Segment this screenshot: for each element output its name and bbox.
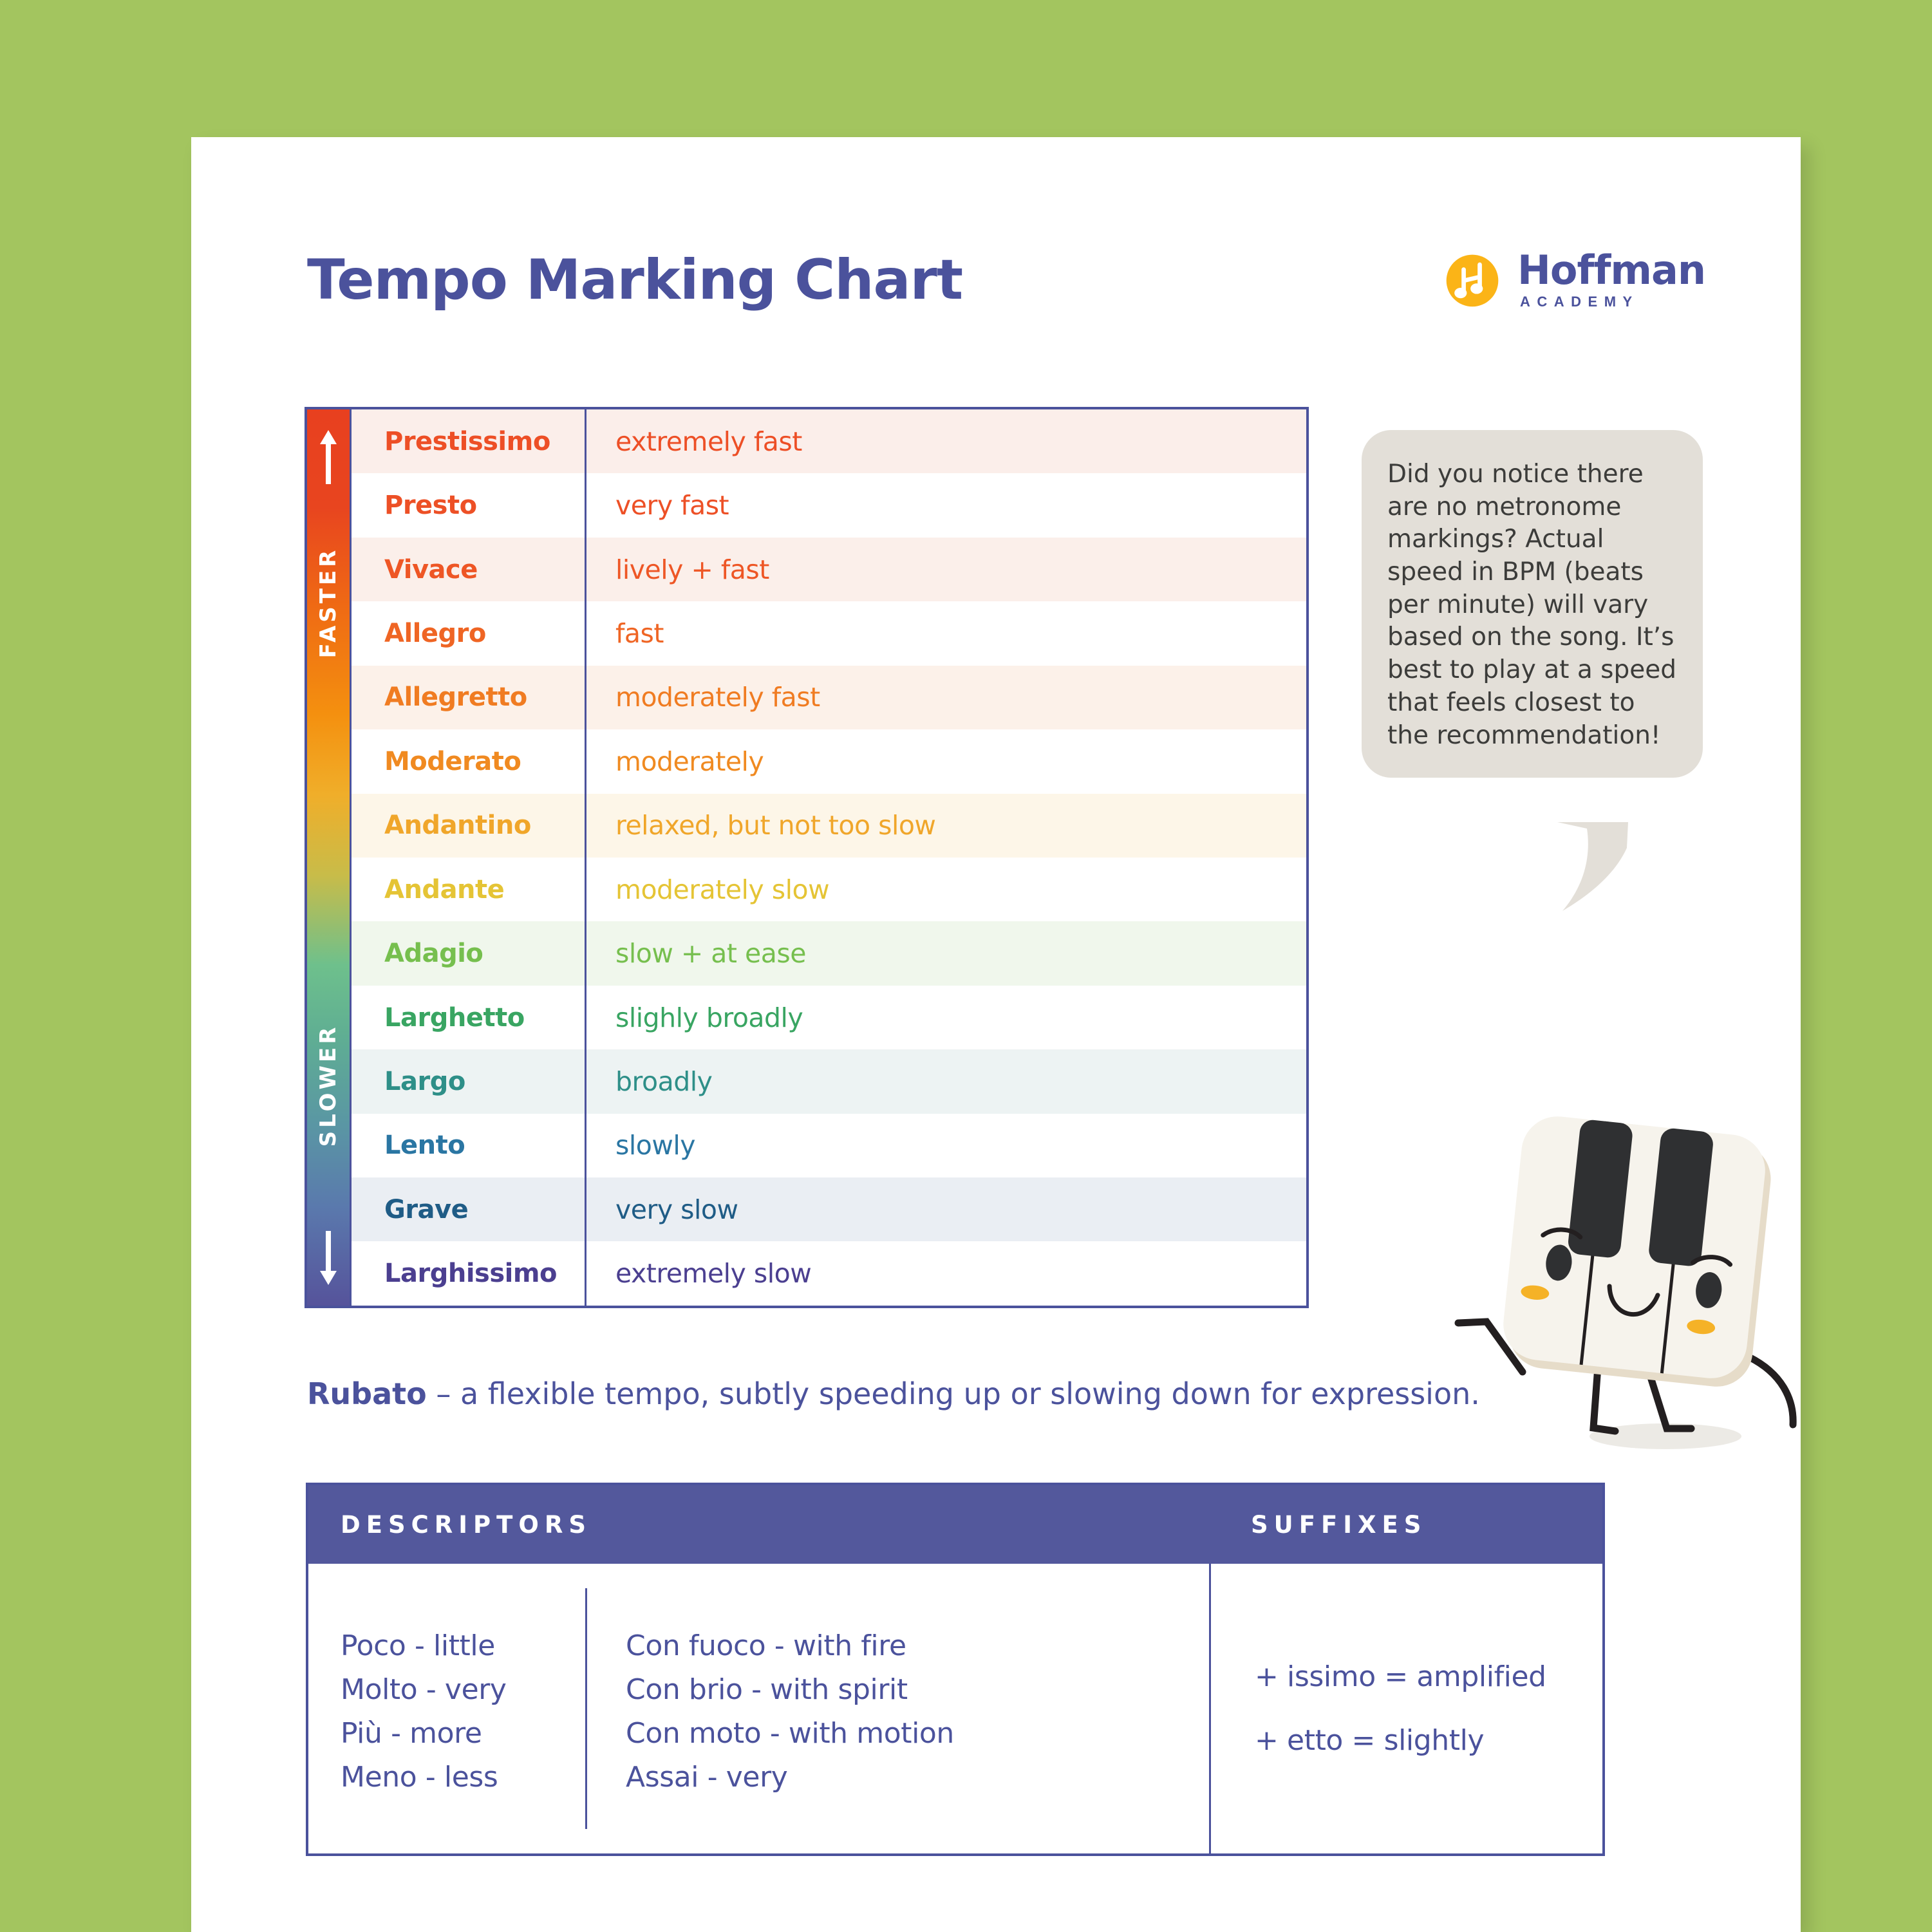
descriptor-item: Con moto - with motion [626, 1716, 954, 1750]
tempo-row: Lento slowly [352, 1113, 1306, 1178]
tempo-row: Adagio slow + at ease [352, 921, 1306, 986]
page-sheet: Tempo Marking Chart Hoffman ACADEMY FAST… [191, 137, 1801, 1932]
tempo-term: Larghetto [384, 1002, 525, 1033]
descriptor-item: Molto - very [341, 1673, 507, 1706]
tempo-term: Vivace [384, 554, 478, 585]
tempo-row: Prestissimo extremely fast [352, 409, 1306, 474]
tempo-term: Lento [384, 1130, 465, 1161]
hoffman-note-logo-icon [1446, 254, 1499, 307]
tempo-row: Larghetto slighly broadly [352, 985, 1306, 1050]
tempo-term: Presto [384, 491, 477, 521]
suffixes-panel: + issimo = amplified + etto = slightly [1211, 1564, 1602, 1853]
callout-bubble-tail [1557, 822, 1628, 911]
speed-gradient-bar: FASTER SLOWER [307, 409, 352, 1306]
descriptors-panel: Poco - little Molto - very Più - more Meno … [308, 1564, 1211, 1853]
tempo-row: Presto very fast [352, 473, 1306, 538]
tempo-term: Larghissimo [384, 1259, 558, 1289]
tempo-term: Allegro [384, 618, 486, 648]
arrow-down-icon [320, 1231, 337, 1285]
piano-key-mascot-icon [1454, 1116, 1797, 1449]
descriptor-item: Meno - less [341, 1760, 498, 1794]
reference-table-header: DESCRIPTORS SUFFIXES [308, 1485, 1602, 1564]
tempo-row: Grave very slow [352, 1177, 1306, 1242]
slower-label: SLOWER [315, 1024, 341, 1147]
tempo-row: Vivace lively + fast [352, 537, 1306, 602]
tempo-definition: slighly broadly [585, 985, 1306, 1050]
suffix-item: + issimo = amplified [1255, 1660, 1546, 1693]
tempo-definition: moderately [585, 729, 1306, 794]
tempo-definition: very fast [585, 473, 1306, 538]
tempo-definition: broadly [585, 1049, 1306, 1114]
tempo-definition: lively + fast [585, 537, 1306, 602]
suffixes-header: SUFFIXES [1251, 1510, 1427, 1539]
tempo-definition: slow + at ease [585, 921, 1306, 986]
tempo-rows: Prestissimo extremely fast Presto very fast… [352, 409, 1306, 1306]
descriptors-column-2: Con fuoco - with fire Con brio - with spi… [585, 1588, 1209, 1829]
tempo-term: Moderato [384, 746, 521, 776]
descriptor-item: Più - more [341, 1716, 482, 1750]
tempo-definition: very slow [585, 1177, 1306, 1242]
tempo-term: Grave [384, 1194, 469, 1224]
tempo-row: Andante moderately slow [352, 857, 1306, 922]
brand-name: Hoffman [1517, 246, 1706, 294]
descriptor-item: Assai - very [626, 1760, 788, 1794]
descriptor-item: Con fuoco - with fire [626, 1629, 906, 1662]
tempo-definition: fast [585, 601, 1306, 666]
tempo-row: Allegretto moderately fast [352, 665, 1306, 730]
tempo-term: Andante [384, 874, 505, 905]
tempo-definition: extremely slow [585, 1241, 1306, 1306]
tempo-row: Larghissimo extremely slow [352, 1241, 1306, 1306]
tempo-row: Andantino relaxed, but not too slow [352, 793, 1306, 858]
faster-label: FASTER [315, 547, 341, 659]
tempo-definition: extremely fast [585, 409, 1306, 474]
tempo-term: Andantino [384, 811, 531, 841]
callout-bubble: Did you notice there are no metronome ma… [1362, 430, 1703, 778]
callout-text: Did you notice there are no metronome ma… [1387, 460, 1676, 750]
tempo-term: Prestissimo [384, 426, 550, 456]
descriptors-column-1: Poco - little Molto - very Più - more Meno … [308, 1564, 585, 1853]
rubato-text: – a flexible tempo, subtly speeding up o… [426, 1376, 1480, 1411]
reference-table-body: Poco - little Molto - very Più - more Meno … [308, 1564, 1602, 1853]
tempo-term: Allegretto [384, 682, 527, 713]
reference-table: DESCRIPTORS SUFFIXES Poco - little Molto … [306, 1483, 1605, 1856]
rubato-definition: Rubato – a flexible tempo, subtly speedi… [307, 1376, 1480, 1411]
descriptor-item: Poco - little [341, 1629, 495, 1662]
suffix-item: + etto = slightly [1255, 1724, 1485, 1757]
tempo-definition: moderately fast [585, 665, 1306, 730]
descriptor-item: Con brio - with spirit [626, 1673, 908, 1706]
descriptors-header: DESCRIPTORS [341, 1510, 592, 1539]
tempo-term: Largo [384, 1066, 465, 1096]
tempo-row: Moderato moderately [352, 729, 1306, 794]
arrow-up-icon [320, 430, 337, 484]
page-title: Tempo Marking Chart [307, 248, 963, 312]
tempo-term: Adagio [384, 939, 483, 969]
tempo-marking-table: FASTER SLOWER Prestissimo extremely fast P… [305, 407, 1309, 1308]
brand-subtitle: ACADEMY [1519, 293, 1639, 310]
tempo-definition: slowly [585, 1113, 1306, 1178]
tempo-definition: moderately slow [585, 857, 1306, 922]
tempo-row: Allegro fast [352, 601, 1306, 666]
rubato-term: Rubato [307, 1376, 427, 1411]
tempo-row: Largo broadly [352, 1049, 1306, 1114]
brand-text: Hoffman ACADEMY [1517, 246, 1706, 310]
tempo-definition: relaxed, but not too slow [585, 793, 1306, 858]
brand-logo: Hoffman ACADEMY [1441, 246, 1706, 310]
